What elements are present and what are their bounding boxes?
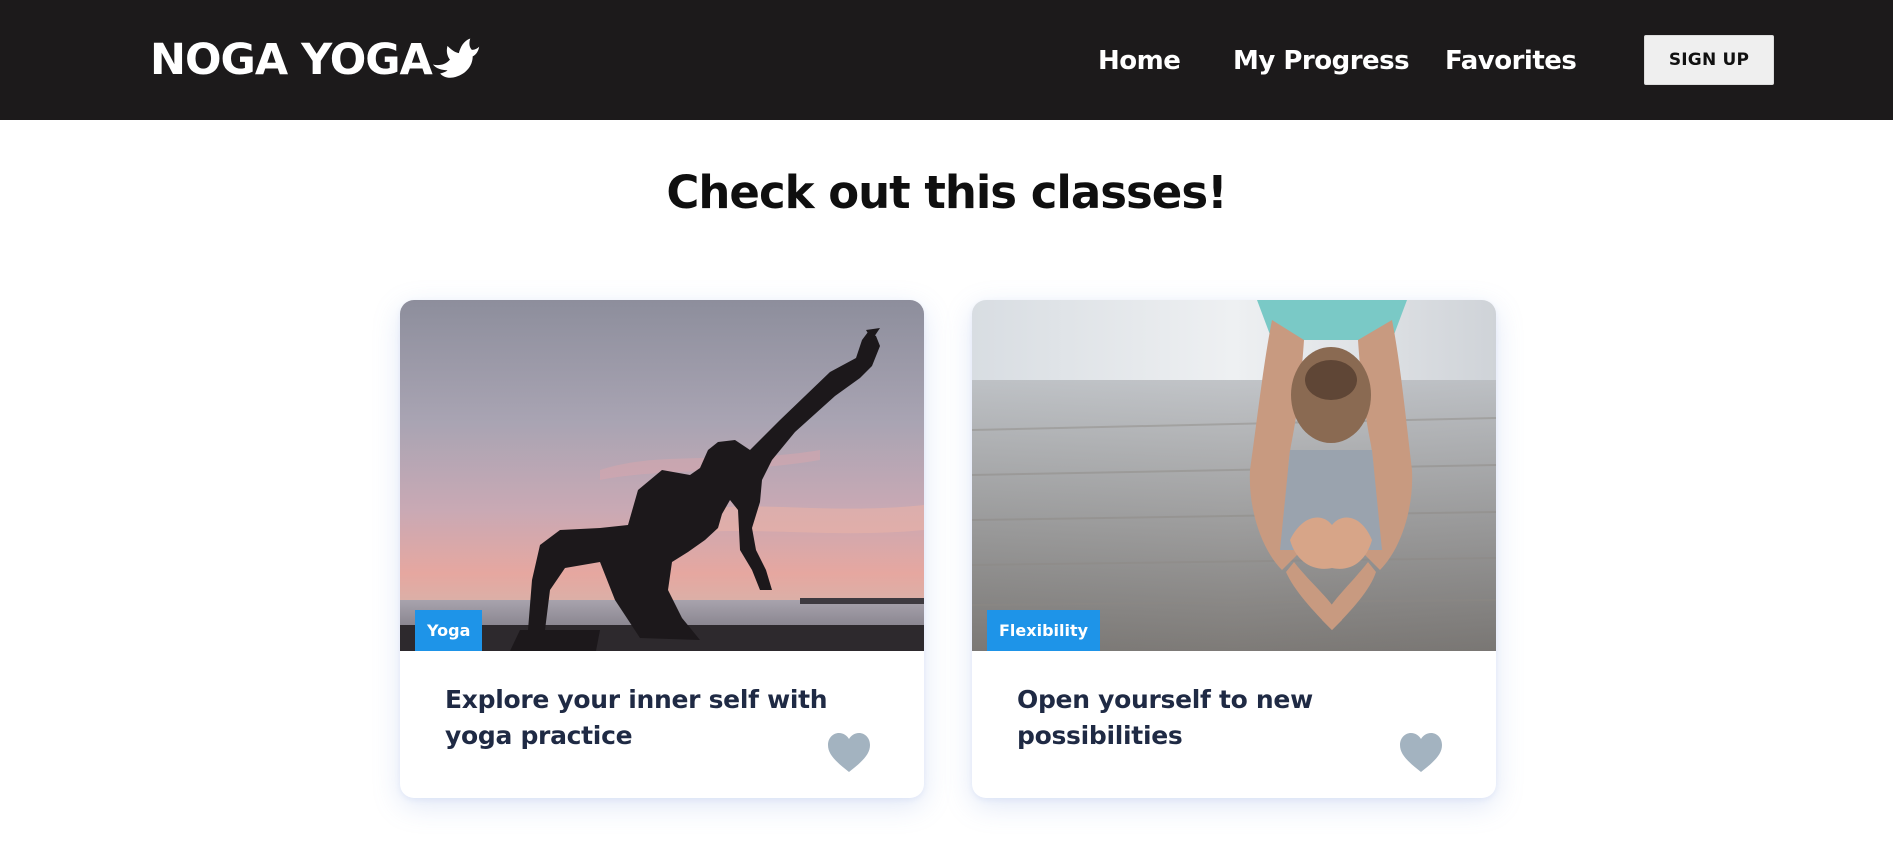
nav-home[interactable]: Home bbox=[1098, 40, 1181, 82]
card-image-sunset-yoga bbox=[400, 300, 924, 651]
nav-favorites[interactable]: Favorites bbox=[1445, 40, 1577, 82]
brand-logo[interactable]: NOGA YOGA bbox=[150, 31, 480, 89]
category-tag[interactable]: Flexibility bbox=[987, 610, 1101, 651]
navbar: NOGA YOGA Home My Progress Favorites SIG… bbox=[0, 0, 1893, 120]
brand-name: NOGA YOGA bbox=[150, 35, 433, 85]
favorite-button[interactable] bbox=[827, 732, 871, 774]
nav-my-progress[interactable]: My Progress bbox=[1233, 40, 1410, 82]
class-card[interactable]: Flexibility Open yourself to new possibi… bbox=[972, 300, 1496, 798]
favorite-button[interactable] bbox=[1399, 732, 1443, 774]
heart-icon bbox=[1400, 733, 1442, 772]
card-title[interactable]: Explore your inner self with yoga practi… bbox=[445, 682, 865, 754]
sign-up-button[interactable]: SIGN UP bbox=[1644, 35, 1774, 85]
card-image-forward-bend bbox=[972, 300, 1496, 651]
class-card[interactable]: Yoga Explore your inner self with yoga p… bbox=[400, 300, 924, 798]
dove-icon bbox=[432, 38, 480, 78]
sunset-yoga-photo bbox=[400, 300, 924, 651]
category-tag[interactable]: Yoga bbox=[415, 610, 483, 651]
forward-bend-photo bbox=[972, 300, 1496, 651]
page-title: Check out this classes! bbox=[666, 166, 1227, 219]
card-title[interactable]: Open yourself to new possibilities bbox=[1017, 682, 1437, 754]
heart-icon bbox=[828, 733, 870, 772]
